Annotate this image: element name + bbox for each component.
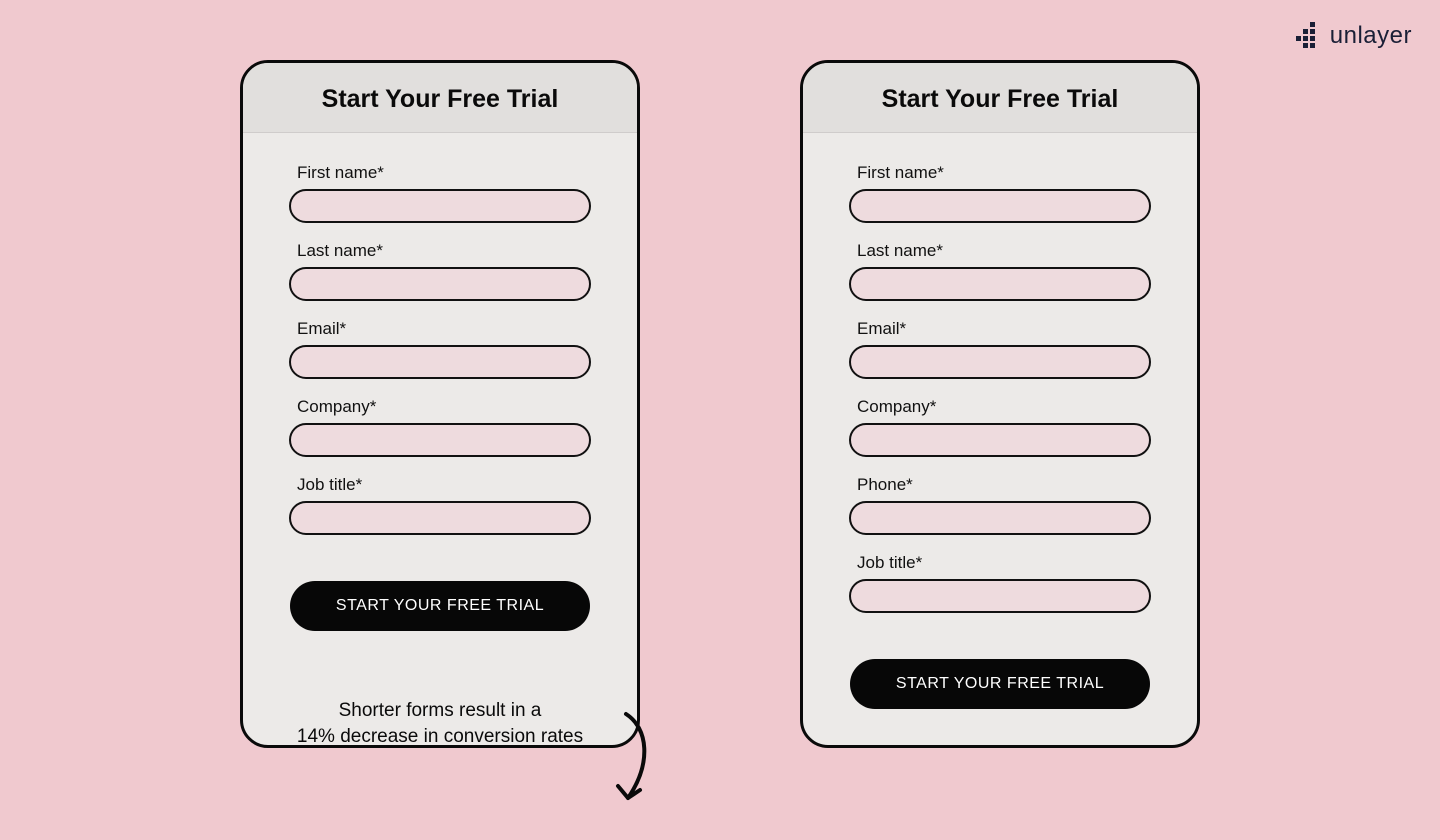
brand-logo-mark-icon [1296, 22, 1320, 50]
caption-line-2: 14% decrease in conversion rates [297, 726, 583, 747]
brand-logo: unlayer [1296, 22, 1412, 50]
brand-logo-text: unlayer [1330, 22, 1412, 50]
curved-arrow-icon [608, 708, 658, 818]
company-input[interactable] [849, 423, 1151, 457]
field-phone: Phone* [849, 475, 1151, 535]
caption-text: Shorter forms result in a 14% decrease i… [240, 698, 640, 749]
start-trial-button[interactable]: START YOUR FREE TRIAL [290, 581, 590, 631]
company-label: Company* [289, 397, 591, 417]
caption-line-1: Shorter forms result in a [339, 700, 542, 721]
field-last-name: Last name* [289, 241, 591, 301]
card-title: Start Your Free Trial [803, 63, 1197, 133]
field-email: Email* [849, 319, 1151, 379]
field-last-name: Last name* [849, 241, 1151, 301]
job-title-label: Job title* [849, 553, 1151, 573]
job-title-input[interactable] [289, 501, 591, 535]
email-label: Email* [849, 319, 1151, 339]
field-job-title: Job title* [289, 475, 591, 535]
field-company: Company* [849, 397, 1151, 457]
first-name-label: First name* [289, 163, 591, 183]
last-name-input[interactable] [849, 267, 1151, 301]
first-name-label: First name* [849, 163, 1151, 183]
form-card-long: Start Your Free Trial First name* Last n… [800, 60, 1200, 748]
last-name-label: Last name* [289, 241, 591, 261]
field-first-name: First name* [849, 163, 1151, 223]
email-input[interactable] [289, 345, 591, 379]
field-first-name: First name* [289, 163, 591, 223]
first-name-input[interactable] [289, 189, 591, 223]
company-input[interactable] [289, 423, 591, 457]
field-email: Email* [289, 319, 591, 379]
job-title-input[interactable] [849, 579, 1151, 613]
field-company: Company* [289, 397, 591, 457]
card-title: Start Your Free Trial [243, 63, 637, 133]
start-trial-button[interactable]: START YOUR FREE TRIAL [850, 659, 1150, 709]
field-job-title: Job title* [849, 553, 1151, 613]
email-label: Email* [289, 319, 591, 339]
phone-input[interactable] [849, 501, 1151, 535]
email-input[interactable] [849, 345, 1151, 379]
company-label: Company* [849, 397, 1151, 417]
form-card-short: Start Your Free Trial First name* Last n… [240, 60, 640, 748]
job-title-label: Job title* [289, 475, 591, 495]
last-name-input[interactable] [289, 267, 591, 301]
phone-label: Phone* [849, 475, 1151, 495]
first-name-input[interactable] [849, 189, 1151, 223]
last-name-label: Last name* [849, 241, 1151, 261]
